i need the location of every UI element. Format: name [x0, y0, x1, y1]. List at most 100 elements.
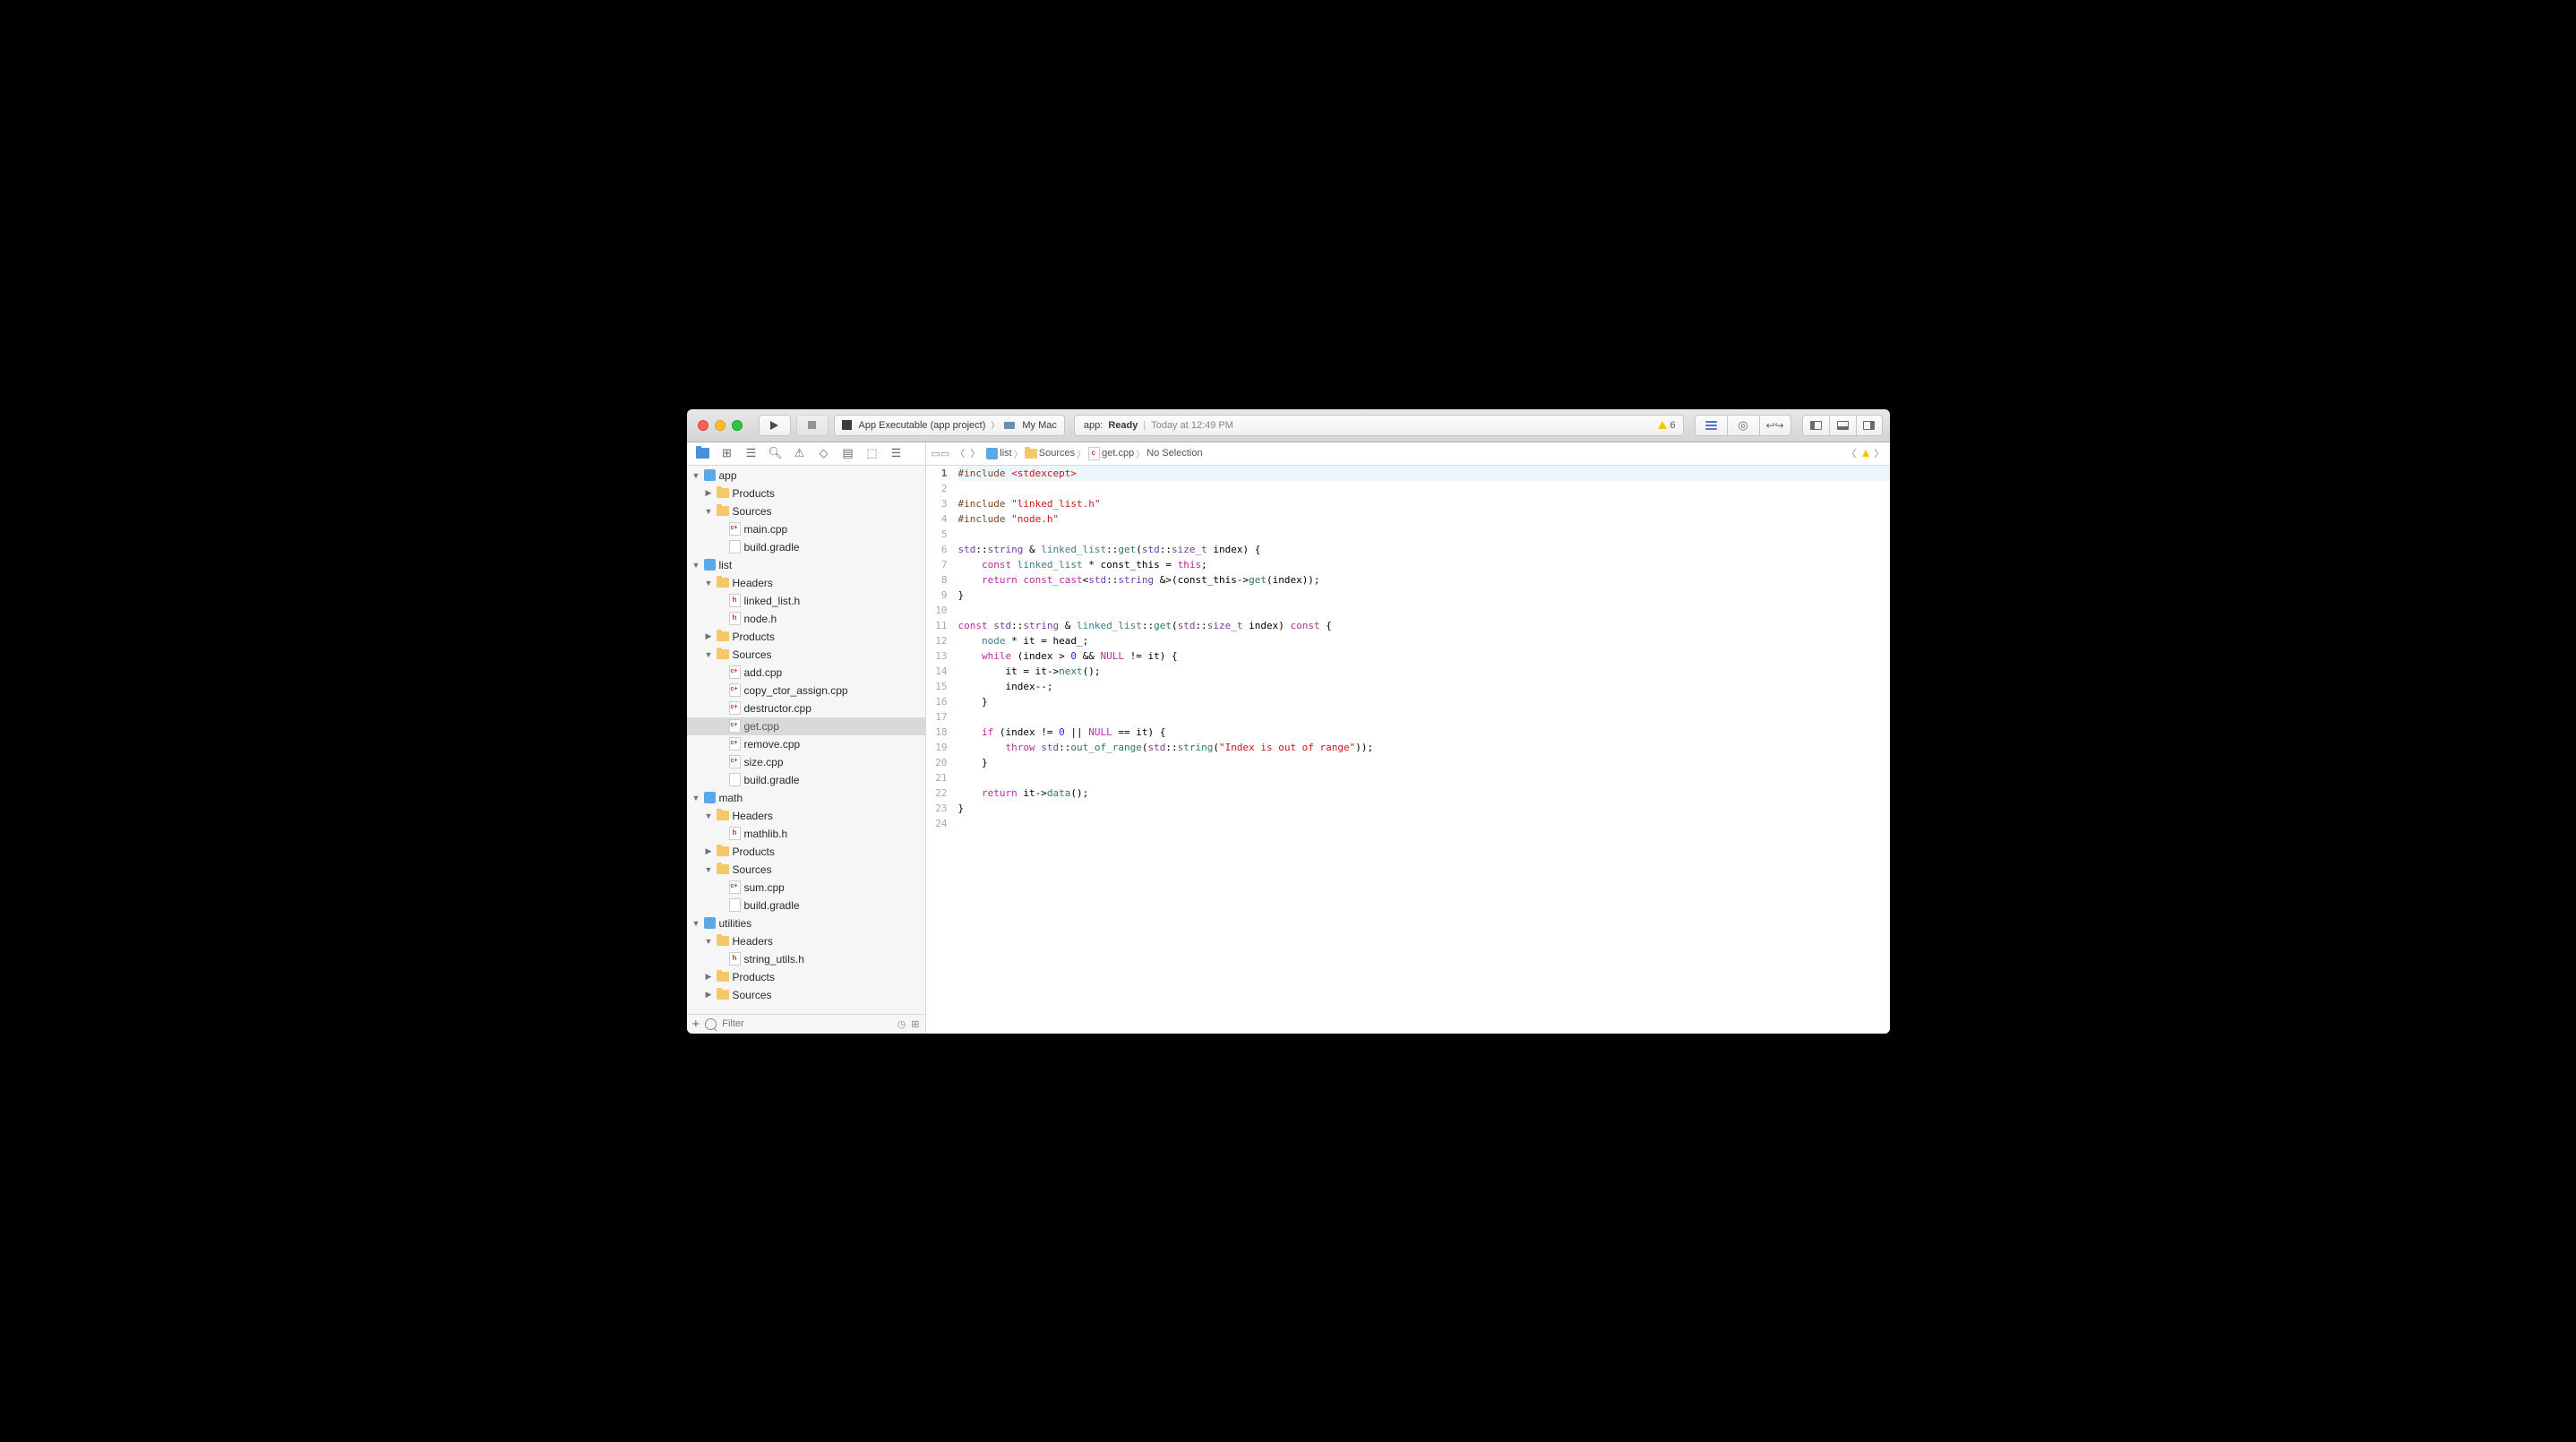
prev-issue-button[interactable]: 〈 — [1847, 446, 1857, 460]
warnings-badge[interactable]: 6 — [1658, 420, 1675, 431]
disclosure-triangle[interactable] — [692, 561, 700, 570]
recent-filter-button[interactable]: ◷ — [897, 1018, 906, 1030]
tree-row[interactable]: utilities — [687, 914, 925, 932]
tree-row[interactable]: Products — [687, 485, 925, 502]
maximize-button[interactable] — [732, 420, 743, 431]
tree-row[interactable]: build.gradle — [687, 771, 925, 789]
close-button[interactable] — [698, 420, 708, 431]
disclosure-triangle[interactable] — [692, 471, 700, 480]
tree-row[interactable]: Sources — [687, 646, 925, 664]
report-navigator-tab[interactable]: ☰ — [889, 446, 904, 460]
disclosure-triangle[interactable] — [705, 650, 713, 659]
add-button[interactable]: + — [692, 1017, 700, 1032]
tree-row[interactable]: Sources — [687, 986, 925, 1004]
line-number[interactable]: 11 — [926, 618, 948, 633]
related-items-button[interactable]: ▭▭ — [932, 448, 950, 459]
line-number[interactable]: 16 — [926, 694, 948, 709]
breadcrumb-folder[interactable]: Sources — [1039, 448, 1075, 459]
line-gutter[interactable]: 123456789101112131415161718192021222324 — [926, 466, 953, 1034]
line-number[interactable]: 13 — [926, 648, 948, 664]
line-number[interactable]: 19 — [926, 740, 948, 755]
tree-row[interactable]: sum.cpp — [687, 879, 925, 897]
disclosure-triangle[interactable] — [705, 990, 713, 1000]
standard-editor-button[interactable] — [1695, 415, 1727, 436]
tree-row[interactable]: math — [687, 789, 925, 807]
filter-input[interactable] — [722, 1018, 891, 1029]
minimize-button[interactable] — [715, 420, 726, 431]
forward-button[interactable]: 〉 — [970, 446, 980, 460]
disclosure-triangle[interactable] — [705, 507, 713, 516]
line-number[interactable]: 7 — [926, 557, 948, 572]
line-number[interactable]: 6 — [926, 542, 948, 557]
issue-navigator-tab[interactable]: ⚠︎ — [793, 446, 807, 460]
line-number[interactable]: 3 — [926, 496, 948, 511]
symbol-navigator-tab[interactable]: ☰ — [744, 446, 759, 460]
disclosure-triangle[interactable] — [705, 865, 713, 874]
version-editor-button[interactable]: ↩↪ — [1759, 415, 1791, 436]
disclosure-triangle[interactable] — [692, 919, 700, 928]
tree-row[interactable]: Headers — [687, 574, 925, 592]
warning-icon[interactable] — [1862, 450, 1869, 457]
tree-row[interactable]: Headers — [687, 807, 925, 825]
find-navigator-tab[interactable]: 🔍︎ — [769, 446, 783, 460]
tree-row[interactable]: list — [687, 556, 925, 574]
disclosure-triangle[interactable] — [705, 972, 713, 982]
tree-row[interactable]: Sources — [687, 502, 925, 520]
tree-row[interactable]: Sources — [687, 861, 925, 879]
project-tree[interactable]: appProductsSourcesmain.cppbuild.gradleli… — [687, 466, 925, 1014]
breakpoint-navigator-tab[interactable]: ⬚ — [865, 446, 880, 460]
line-number[interactable]: 9 — [926, 588, 948, 603]
tree-row[interactable]: Products — [687, 843, 925, 861]
back-button[interactable]: 〈 — [955, 446, 965, 460]
toggle-navigator-button[interactable] — [1802, 415, 1829, 436]
line-number[interactable]: 21 — [926, 770, 948, 785]
tree-row[interactable]: copy_ctor_assign.cpp — [687, 682, 925, 700]
line-number[interactable]: 22 — [926, 785, 948, 801]
tree-row[interactable]: build.gradle — [687, 897, 925, 914]
next-issue-button[interactable]: 〉 — [1875, 446, 1885, 460]
line-number[interactable]: 10 — [926, 603, 948, 618]
disclosure-triangle[interactable] — [705, 937, 713, 946]
disclosure-triangle[interactable] — [692, 794, 700, 803]
stop-button[interactable] — [796, 415, 829, 436]
disclosure-triangle[interactable] — [705, 631, 713, 641]
debug-navigator-tab[interactable]: ▤ — [841, 446, 855, 460]
scheme-selector[interactable]: App Executable (app project) 〉 My Mac — [834, 415, 1065, 436]
line-number[interactable]: 5 — [926, 527, 948, 542]
tree-row[interactable]: app — [687, 467, 925, 485]
tree-row[interactable]: get.cpp — [687, 717, 925, 735]
toggle-debug-button[interactable] — [1829, 415, 1856, 436]
line-number[interactable]: 23 — [926, 801, 948, 816]
tree-row[interactable]: Products — [687, 968, 925, 986]
line-number[interactable]: 24 — [926, 816, 948, 831]
breadcrumb-file[interactable]: get.cpp — [1102, 448, 1134, 459]
line-number[interactable]: 2 — [926, 481, 948, 496]
tree-row[interactable]: remove.cpp — [687, 735, 925, 753]
tree-row[interactable]: build.gradle — [687, 538, 925, 556]
line-number[interactable]: 18 — [926, 725, 948, 740]
tree-row[interactable]: linked_list.h — [687, 592, 925, 610]
activity-view[interactable]: app: Ready | Today at 12:49 PM 6 — [1074, 415, 1684, 436]
breadcrumb-project[interactable]: list — [1000, 448, 1011, 459]
line-number[interactable]: 4 — [926, 511, 948, 527]
line-number[interactable]: 17 — [926, 709, 948, 725]
tree-row[interactable]: string_utils.h — [687, 950, 925, 968]
tree-row[interactable]: destructor.cpp — [687, 700, 925, 717]
assistant-editor-button[interactable]: ◎ — [1727, 415, 1759, 436]
scm-filter-button[interactable]: ⊞ — [911, 1018, 919, 1030]
tree-row[interactable]: node.h — [687, 610, 925, 628]
test-navigator-tab[interactable]: ◇ — [817, 446, 831, 460]
disclosure-triangle[interactable] — [705, 488, 713, 498]
code-area[interactable]: 123456789101112131415161718192021222324 … — [926, 466, 1890, 1034]
line-number[interactable]: 15 — [926, 679, 948, 694]
filter-scope-button[interactable] — [705, 1018, 717, 1030]
tree-row[interactable]: mathlib.h — [687, 825, 925, 843]
tree-row[interactable]: size.cpp — [687, 753, 925, 771]
line-number[interactable]: 8 — [926, 572, 948, 588]
tree-row[interactable]: main.cpp — [687, 520, 925, 538]
disclosure-triangle[interactable] — [705, 579, 713, 588]
line-number[interactable]: 1 — [926, 466, 948, 481]
disclosure-triangle[interactable] — [705, 811, 713, 820]
toggle-inspector-button[interactable] — [1856, 415, 1883, 436]
source-text[interactable]: #include <stdexcept>#include "linked_lis… — [953, 466, 1890, 1034]
